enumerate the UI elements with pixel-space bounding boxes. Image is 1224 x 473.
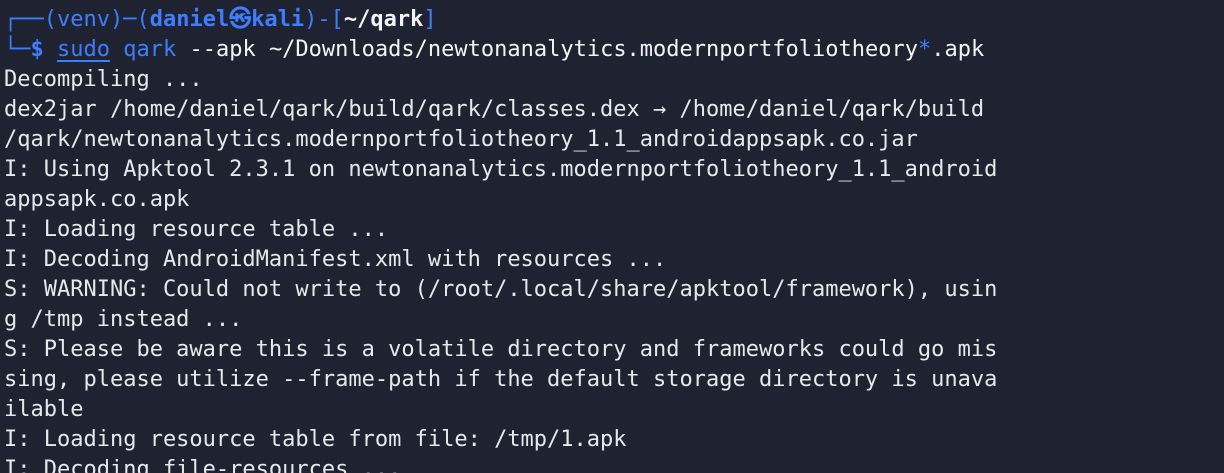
prompt-frame: )-[ [304, 7, 344, 32]
output-line: ilable [4, 397, 84, 422]
output-line: S: WARNING: Could not write to (/root/.l… [4, 277, 998, 302]
output-line: I: Loading resource table ... [4, 217, 389, 242]
sudo-command: sudo [57, 37, 110, 62]
output-line: appsapk.co.apk [4, 187, 190, 212]
prompt-frame: )─( [109, 7, 150, 32]
output-line: dex2jar /home/daniel/qark/build/qark/cla… [4, 97, 985, 122]
current-directory: ~/qark [343, 7, 424, 32]
glob-wildcard: * [917, 37, 932, 62]
prompt-symbol: $ [30, 37, 44, 62]
command-args: .apk [931, 37, 985, 62]
output-line: I: Decoding AndroidManifest.xml with res… [4, 247, 667, 272]
output-line: /qark/newtonanalytics.modernportfoliothe… [4, 127, 918, 152]
output-line: sing, please utilize --frame-path if the… [4, 367, 998, 392]
prompt-frame: ┌──( [4, 7, 57, 32]
prompt-frame: ] [423, 7, 437, 32]
output-line: I: Loading resource table from file: /tm… [4, 427, 627, 452]
terminal-window[interactable]: ┌──(venv)─(daniel㉿kali)-[~/qark] └─$ sud… [0, 0, 1224, 473]
command-name: qark [123, 37, 177, 62]
output-line: I: Using Apktool 2.3.1 on newtonanalytic… [4, 157, 998, 182]
venv-indicator: venv [56, 7, 110, 32]
output-line: Decompiling ... [4, 67, 203, 92]
user-host: daniel㉿kali [149, 7, 305, 32]
output-line: S: Please be aware this is a volatile di… [4, 337, 998, 362]
output-line: I: Decoding file-resources ... [4, 457, 402, 473]
prompt-frame: └─ [4, 37, 31, 62]
prompt-line-2: └─$ sudo qark --apk ~/Downloads/newtonan… [4, 35, 1224, 65]
output-line: g /tmp instead ... [4, 307, 243, 332]
command-args: --apk ~/Downloads/newtonanalytics.modern… [189, 37, 918, 62]
prompt-line-1: ┌──(venv)─(daniel㉿kali)-[~/qark] [4, 5, 1224, 35]
